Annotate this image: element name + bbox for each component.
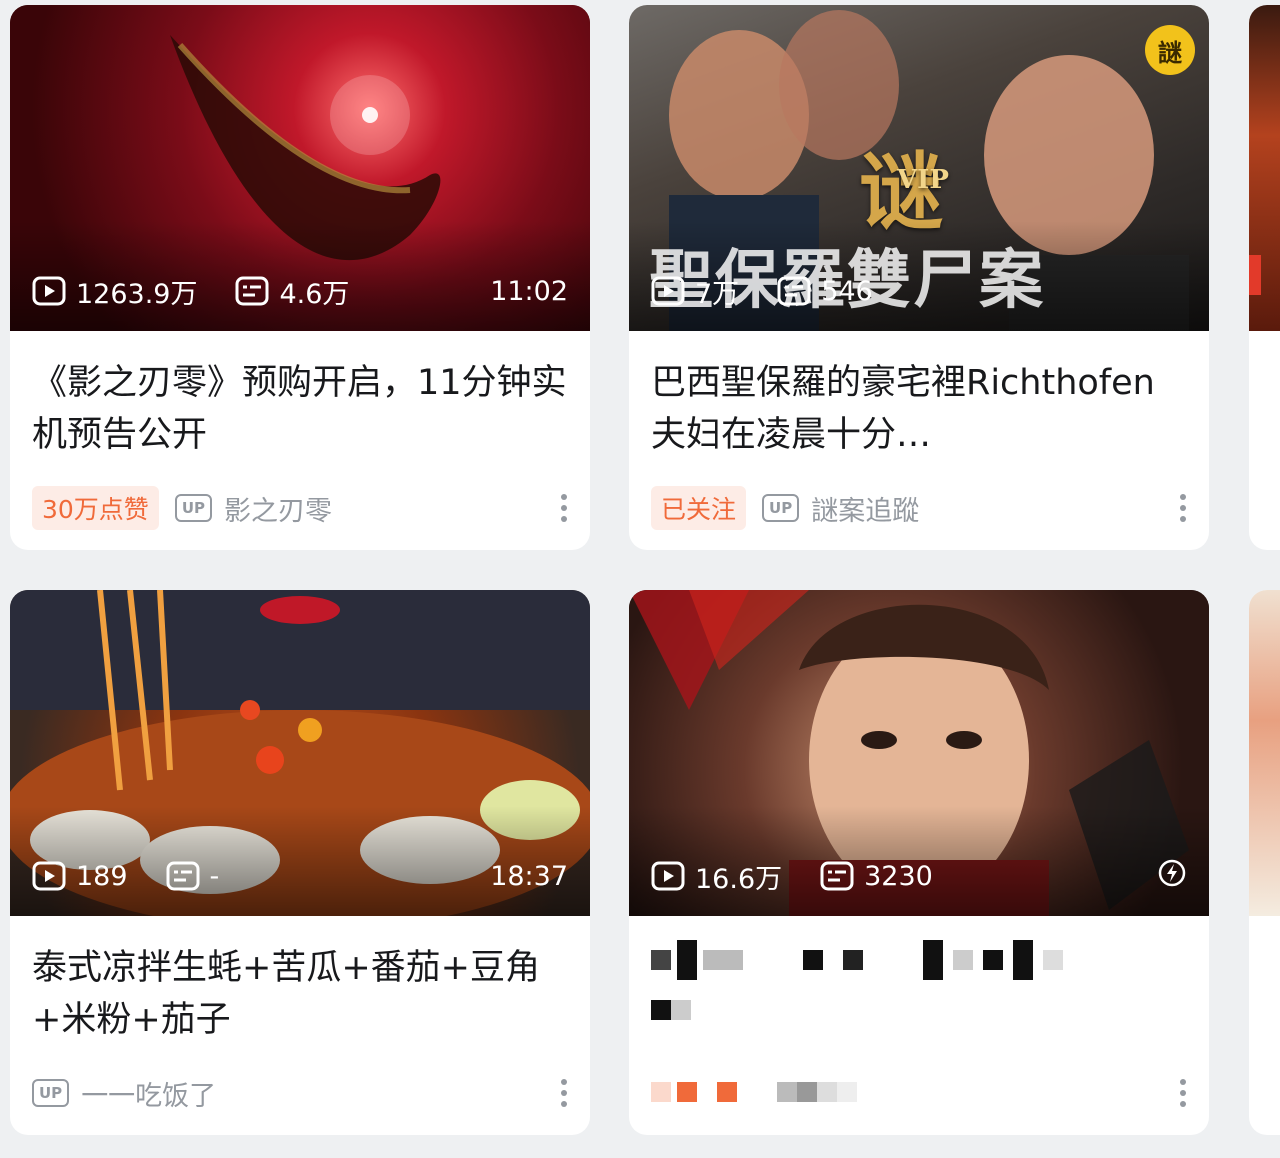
video-card[interactable]: 189 - 18:37 泰式凉拌生蚝+苦瓜+番茄+豆角+米粉+茄子 UP 一一吃… bbox=[10, 590, 590, 1135]
video-thumbnail[interactable]: 189 - 18:37 bbox=[10, 590, 590, 916]
video-thumbnail[interactable]: 謎 谜 VIP 7万 546 聖保羅雙尸案 bbox=[629, 5, 1209, 331]
more-vertical-icon[interactable] bbox=[1173, 490, 1193, 526]
video-title[interactable]: 《影之刃零》预购开启，11分钟实机预告公开 bbox=[32, 357, 568, 461]
video-card[interactable] bbox=[1249, 5, 1280, 550]
more-vertical-icon[interactable] bbox=[1173, 1075, 1193, 1111]
danmaku-count-icon bbox=[235, 276, 269, 306]
video-meta: 已关注 UP 謎案追蹤 bbox=[651, 486, 1193, 530]
up-badge-icon: UP bbox=[174, 494, 212, 522]
likes-tag: 30万点赞 bbox=[32, 486, 159, 530]
video-meta: UP 一一吃饭了 bbox=[32, 1072, 574, 1114]
lightning-icon bbox=[1158, 859, 1186, 886]
danmaku-count-icon bbox=[166, 861, 200, 891]
censored-title bbox=[651, 940, 1063, 980]
more-vertical-icon[interactable] bbox=[554, 490, 574, 526]
video-meta: 30万点赞 UP 影之刃零 bbox=[32, 486, 574, 530]
view-count: 1263.9万 bbox=[76, 278, 198, 310]
author-name[interactable]: 謎案追蹤 bbox=[811, 489, 919, 528]
video-card[interactable]: 16.6万 3230 bbox=[629, 590, 1209, 1135]
video-stats: 16.6万 3230 bbox=[651, 856, 1187, 896]
view-count: 189 bbox=[76, 860, 128, 892]
danmaku-count: - bbox=[209, 860, 220, 892]
danmaku-count-icon bbox=[820, 861, 854, 891]
author-name[interactable]: 一一吃饭了 bbox=[81, 1074, 216, 1113]
video-meta bbox=[651, 1072, 1193, 1114]
up-badge-icon: UP bbox=[762, 494, 800, 522]
video-card[interactable]: 1263.9万 4.6万 11:02 《影之刃零》预购开启，11分钟实机预告公开… bbox=[10, 5, 590, 550]
video-duration: 11:02 bbox=[490, 275, 568, 307]
video-card[interactable] bbox=[1249, 590, 1280, 1135]
censored-title-line2 bbox=[651, 1000, 691, 1020]
video-thumbnail[interactable]: 1263.9万 4.6万 11:02 bbox=[10, 5, 590, 331]
video-title[interactable]: 泰式凉拌生蚝+苦瓜+番茄+豆角+米粉+茄子 bbox=[32, 942, 568, 1046]
video-card[interactable]: 謎 谜 VIP 7万 546 聖保羅雙尸案 巴西聖保羅的豪宅裡Richthofe… bbox=[629, 5, 1209, 550]
up-badge-icon: UP bbox=[32, 1079, 70, 1107]
play-count-icon bbox=[651, 861, 685, 891]
video-stats: 189 - 18:37 bbox=[32, 856, 568, 896]
video-duration: 18:37 bbox=[490, 860, 568, 892]
following-tag: 已关注 bbox=[651, 486, 747, 530]
video-thumbnail[interactable] bbox=[1249, 5, 1280, 331]
more-vertical-icon[interactable] bbox=[554, 1075, 574, 1111]
danmaku-count: 4.6万 bbox=[279, 278, 350, 310]
author-name[interactable]: 影之刃零 bbox=[224, 489, 332, 528]
video-stats: 1263.9万 4.6万 11:02 bbox=[32, 271, 568, 311]
video-title[interactable]: 巴西聖保羅的豪宅裡Richthofen夫妇在凌晨十分… bbox=[651, 357, 1187, 461]
channel-logo: 謎 bbox=[1145, 25, 1195, 75]
thumbnail-caption: 聖保羅雙尸案 bbox=[649, 243, 1045, 318]
play-count-icon bbox=[32, 276, 66, 306]
view-count: 16.6万 bbox=[695, 863, 783, 895]
video-thumbnail[interactable] bbox=[1249, 590, 1280, 916]
video-thumbnail[interactable]: 16.6万 3230 bbox=[629, 590, 1209, 916]
video-feed: 1263.9万 4.6万 11:02 《影之刃零》预购开启，11分钟实机预告公开… bbox=[0, 0, 1280, 1158]
play-count-icon bbox=[32, 861, 66, 891]
danmaku-count: 3230 bbox=[864, 860, 933, 892]
